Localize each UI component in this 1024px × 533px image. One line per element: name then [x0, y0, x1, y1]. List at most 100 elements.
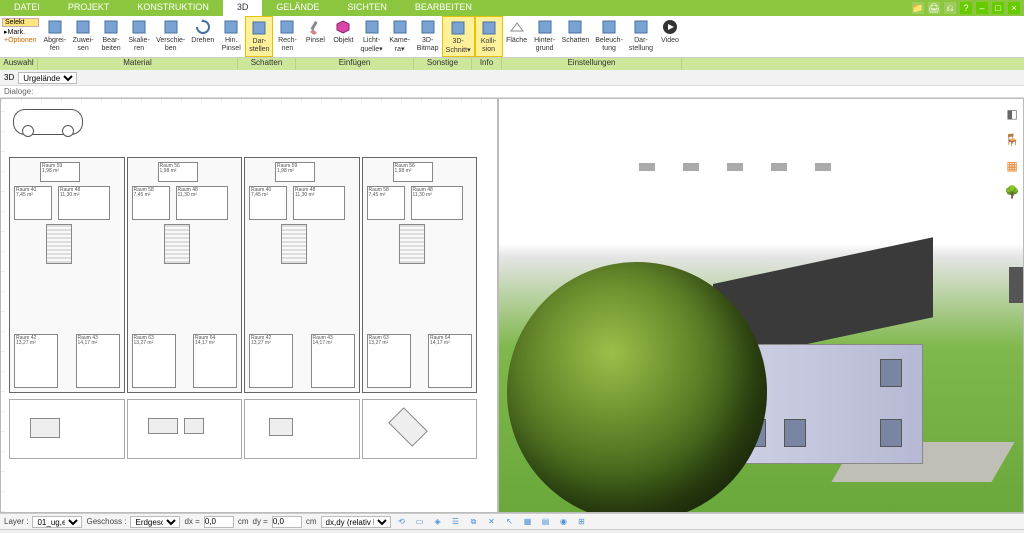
staircase: [399, 224, 425, 264]
selekt-button[interactable]: Selekt: [2, 18, 39, 27]
ribbon-side-select: Selekt ▸Mark. +Optionen: [0, 16, 41, 57]
grid-icon[interactable]: ▤: [539, 516, 553, 528]
terrain-select[interactable]: Urgelände: [18, 72, 77, 84]
dy-input[interactable]: [272, 516, 302, 528]
ribbon-darstellung-button[interactable]: Dar-stellung: [626, 16, 656, 57]
dx-input[interactable]: [204, 516, 234, 528]
collapse-handle[interactable]: [1009, 267, 1023, 303]
tool-icon[interactable]: 🖨: [928, 2, 940, 14]
group-label: Einfügen: [296, 58, 414, 70]
view-3d-pane[interactable]: ◧ 🪑 ▦ 🌳: [498, 98, 1024, 513]
ribbon-pinsel-button[interactable]: Pinsel: [301, 16, 329, 57]
maximize-icon[interactable]: □: [992, 2, 1004, 14]
furniture-icon[interactable]: 🪑: [1003, 131, 1021, 149]
group-label: Schatten: [238, 58, 296, 70]
view-icon[interactable]: ☰: [449, 516, 463, 528]
view-icon[interactable]: ◈: [431, 516, 445, 528]
dy-label: dy =: [253, 517, 268, 526]
ribbon-verschieben-button[interactable]: Verschie-ben: [153, 16, 188, 57]
group-label: Einstellungen: [502, 58, 682, 70]
beleuchtung-icon: [600, 18, 618, 36]
room-label: Raum 4213,27 m²: [249, 334, 293, 388]
dot-icon[interactable]: ◉: [557, 516, 571, 528]
room-label: Raum 587,45 m²: [132, 186, 170, 220]
bottom-toolbar: Layer : 01_ug,eg,og Geschoss : Erdgescho…: [0, 513, 1024, 529]
ribbon-row: Abgrei-fenZuwei-senBear-beitenSkalie-ren…: [41, 16, 1024, 57]
unit-1[interactable]: Raum 591,98 m² Raum 407,45 m² Raum 4811,…: [9, 157, 125, 393]
room-label: Raum 407,45 m²: [249, 186, 287, 220]
help-icon[interactable]: ?: [960, 2, 972, 14]
room-label: Raum 561,98 m²: [158, 162, 198, 182]
cursor-icon[interactable]: ↖: [503, 516, 517, 528]
ribbon-kollision-button[interactable]: Kolli-sion: [475, 16, 503, 57]
ribbon-objekt-button[interactable]: Objekt: [329, 16, 357, 57]
ribbon-3dschnitt-button[interactable]: 3D-Schnitt▾: [442, 16, 475, 57]
ribbon-hin-pinsel-button[interactable]: Hin.Pinsel: [217, 16, 245, 57]
grid-icon[interactable]: ▦: [521, 516, 535, 528]
pinsel-icon: [306, 18, 324, 36]
grid-icon[interactable]: ⊞: [575, 516, 589, 528]
minimize-icon[interactable]: –: [976, 2, 988, 14]
ribbon-beleuchtung-button[interactable]: Beleuch-tung: [592, 16, 626, 57]
window: [880, 359, 902, 387]
ribbon-flaeche-button[interactable]: Fläche: [503, 16, 531, 57]
measure-icon[interactable]: ✕: [485, 516, 499, 528]
ribbon-drehen-button[interactable]: Drehen: [188, 16, 217, 57]
tool-icon[interactable]: 📁: [912, 2, 924, 14]
ribbon-skalieren-button[interactable]: Skalie-ren: [125, 16, 153, 57]
zuweisen-icon: [74, 18, 92, 36]
ribbon-3dbitmap-button[interactable]: 3D-Bitmap: [414, 16, 442, 57]
palette-icon[interactable]: ▦: [1003, 157, 1021, 175]
layers-icon[interactable]: ◧: [1003, 105, 1021, 123]
rel-select[interactable]: dx,dy (relativ ka: [321, 516, 391, 528]
tab-3d[interactable]: 3D: [223, 0, 263, 16]
car-symbol[interactable]: [13, 109, 83, 135]
ribbon-bearbeiten-button[interactable]: Bear-beiten: [97, 16, 125, 57]
room-label: Raum 4811,30 m²: [176, 186, 228, 220]
ribbon-kamera-button[interactable]: Kame-ra▾: [386, 16, 414, 57]
layer-select[interactable]: 01_ug,eg,og: [32, 516, 82, 528]
room-label: Raum 4811,30 m²: [58, 186, 110, 220]
tab-sichten[interactable]: SICHTEN: [333, 0, 401, 16]
ribbon-zuweisen-button[interactable]: Zuwei-sen: [69, 16, 97, 57]
ribbon-lichtquelle-button[interactable]: Licht-quelle▾: [357, 16, 385, 57]
view-icon[interactable]: ▭: [413, 516, 427, 528]
ribbon-rechnen-button[interactable]: Rech-nen: [273, 16, 301, 57]
unit-2[interactable]: Raum 561,98 m² Raum 587,45 m² Raum 4811,…: [127, 157, 243, 393]
snap-icon[interactable]: ⧉: [467, 516, 481, 528]
tree-icon[interactable]: 🌳: [1003, 183, 1021, 201]
ruler-horizontal: [1, 99, 497, 103]
room-label: Raum 591,98 m²: [40, 162, 80, 182]
menu-bar: DATEI PROJEKT KONSTRUKTION 3D GELÄNDE SI…: [0, 0, 1024, 16]
dx-label: dx =: [184, 517, 199, 526]
ribbon-group-labels: AuswahlMaterialSchattenEinfügenSonstigeI…: [0, 58, 1024, 70]
tab-konstruktion[interactable]: KONSTRUKTION: [123, 0, 223, 16]
video-icon: [661, 18, 679, 36]
darstellung-icon: [632, 18, 650, 36]
unit-3[interactable]: Raum 591,98 m² Raum 407,45 m² Raum 4811,…: [244, 157, 360, 393]
ribbon-abgreifen-button[interactable]: Abgrei-fen: [41, 16, 70, 57]
tree-3d[interactable]: [507, 262, 767, 513]
ribbon-video-button[interactable]: Video: [656, 16, 684, 57]
close-icon[interactable]: ×: [1008, 2, 1020, 14]
ribbon-hintergrund-button[interactable]: Hinter-grund: [531, 16, 559, 57]
abgreifen-icon: [46, 18, 64, 36]
undo-icon[interactable]: ⟲: [395, 516, 409, 528]
tool-icon[interactable]: ⎌: [944, 2, 956, 14]
floorplan[interactable]: Raum 591,98 m² Raum 407,45 m² Raum 4811,…: [9, 157, 477, 393]
plan-2d-pane[interactable]: Raum 591,98 m² Raum 407,45 m² Raum 4811,…: [0, 98, 498, 513]
geschoss-select[interactable]: Erdgeschos: [130, 516, 180, 528]
ribbon-schatten2-button[interactable]: Schatten: [559, 16, 593, 57]
tab-bearbeiten[interactable]: BEARBEITEN: [401, 0, 486, 16]
staircase: [281, 224, 307, 264]
tab-gelaende[interactable]: GELÄNDE: [262, 0, 333, 16]
tab-datei[interactable]: DATEI: [0, 0, 54, 16]
mark-button[interactable]: ▸Mark.: [2, 28, 39, 36]
ribbon-darstellen-button[interactable]: Dar-stellen: [245, 16, 273, 57]
rechnen-icon: [278, 18, 296, 36]
unit-4[interactable]: Raum 561,98 m² Raum 587,45 m² Raum 4811,…: [362, 157, 478, 393]
optionen-button[interactable]: +Optionen: [2, 37, 39, 44]
tab-projekt[interactable]: PROJEKT: [54, 0, 124, 16]
darstellen-icon: [250, 19, 268, 37]
drehen-icon: [194, 18, 212, 36]
